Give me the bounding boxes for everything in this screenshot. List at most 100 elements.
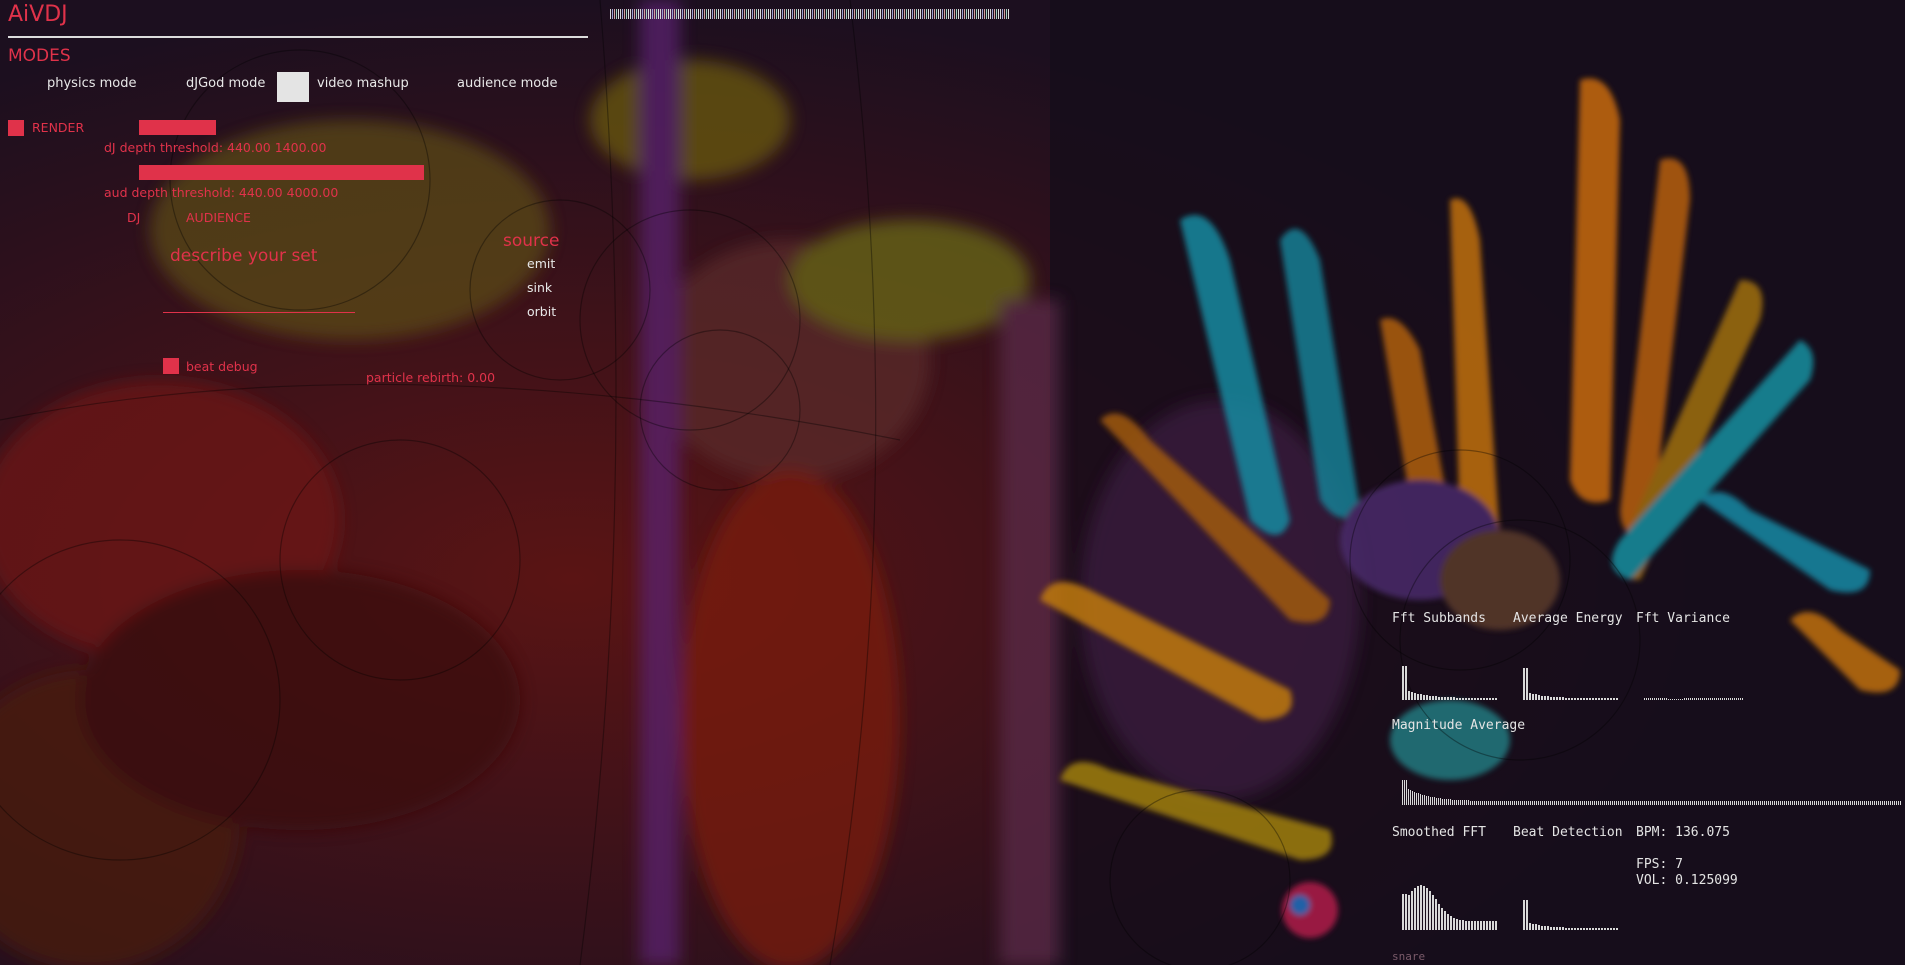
level-tick bbox=[842, 9, 843, 19]
spectrum-bar bbox=[1450, 799, 1451, 805]
djgod-mode-button[interactable]: dJGod mode bbox=[186, 76, 265, 91]
spectrum-bar bbox=[1624, 801, 1625, 805]
spectrum-bar bbox=[1556, 927, 1558, 930]
level-tick bbox=[698, 9, 699, 19]
video-mashup-toggle[interactable] bbox=[277, 72, 309, 102]
level-tick bbox=[790, 9, 791, 19]
source-orbit-option[interactable]: orbit bbox=[527, 304, 556, 319]
spectrum-bar bbox=[1808, 801, 1809, 805]
spectrum-bar bbox=[1670, 801, 1671, 805]
spectrum-bar bbox=[1862, 801, 1863, 805]
audience-mode-button[interactable]: audience mode bbox=[457, 76, 557, 91]
spectrum-bar bbox=[1628, 801, 1629, 805]
render-checkbox[interactable] bbox=[8, 120, 24, 136]
level-tick bbox=[834, 9, 835, 19]
spectrum-bar bbox=[1784, 801, 1785, 805]
spectrum-bar bbox=[1678, 801, 1679, 805]
aud-depth-threshold-label: aud depth threshold: 440.00 4000.00 bbox=[104, 185, 339, 200]
spectrum-bar bbox=[1664, 801, 1665, 805]
beat-debug-checkbox[interactable] bbox=[163, 358, 179, 374]
spectrum-bar bbox=[1432, 895, 1434, 930]
describe-set-input[interactable] bbox=[163, 312, 355, 313]
level-tick bbox=[758, 9, 759, 19]
level-tick bbox=[936, 9, 937, 19]
level-tick bbox=[744, 9, 745, 19]
level-tick bbox=[656, 9, 657, 19]
level-tick bbox=[642, 9, 643, 19]
spectrum-bar bbox=[1722, 801, 1723, 805]
spectrum-bar bbox=[1644, 698, 1645, 700]
spectrum-bar bbox=[1814, 801, 1815, 805]
dj-radio[interactable]: DJ bbox=[127, 210, 140, 225]
spectrum-bar bbox=[1718, 698, 1719, 700]
spectrum-bar bbox=[1465, 698, 1467, 700]
spectrum-bar bbox=[1716, 801, 1717, 805]
spectrum-bar bbox=[1650, 801, 1651, 805]
aud-depth-threshold-slider[interactable] bbox=[139, 165, 424, 180]
spectrum-bar bbox=[1429, 696, 1431, 700]
level-tick bbox=[720, 9, 721, 19]
spectrum-bar bbox=[1598, 928, 1600, 930]
spectrum-bar bbox=[1646, 801, 1647, 805]
spectrum-bar bbox=[1442, 799, 1443, 805]
level-tick bbox=[886, 9, 887, 19]
spectrum-bar bbox=[1798, 801, 1799, 805]
spectrum-bar bbox=[1858, 801, 1859, 805]
level-tick bbox=[940, 9, 941, 19]
spectrum-bar bbox=[1686, 698, 1687, 700]
level-tick bbox=[712, 9, 713, 19]
spectrum-bar bbox=[1583, 698, 1585, 700]
spectrum-bar bbox=[1538, 925, 1540, 930]
spectrum-bar bbox=[1724, 698, 1725, 700]
level-tick bbox=[648, 9, 649, 19]
spectrum-bar bbox=[1708, 801, 1709, 805]
spectrum-bar bbox=[1450, 697, 1452, 700]
dj-depth-threshold-slider[interactable] bbox=[139, 120, 216, 135]
spectrum-bar bbox=[1688, 801, 1689, 805]
spectrum-bar bbox=[1550, 927, 1552, 930]
spectrum-bar bbox=[1768, 801, 1769, 805]
physics-mode-button[interactable]: physics mode bbox=[47, 76, 137, 91]
level-tick bbox=[798, 9, 799, 19]
source-emit-option[interactable]: emit bbox=[527, 256, 555, 271]
level-tick bbox=[654, 9, 655, 19]
spectrum-bar bbox=[1838, 801, 1839, 805]
level-tick bbox=[632, 9, 633, 19]
spectrum-bar bbox=[1532, 694, 1534, 700]
spectrum-bar bbox=[1654, 698, 1655, 700]
audience-radio[interactable]: AUDIENCE bbox=[186, 210, 251, 225]
spectrum-bar bbox=[1601, 698, 1603, 700]
level-tick bbox=[874, 9, 875, 19]
spectrum-bar bbox=[1518, 801, 1519, 805]
spectrum-bar bbox=[1602, 801, 1603, 805]
spectrum-bar bbox=[1608, 801, 1609, 805]
spectrum-bar bbox=[1720, 801, 1721, 805]
spectrum-bar bbox=[1810, 801, 1811, 805]
level-tick bbox=[978, 9, 979, 19]
spectrum-bar bbox=[1601, 928, 1603, 930]
spectrum-bar bbox=[1590, 801, 1591, 805]
video-mashup-button[interactable]: video mashup bbox=[317, 76, 409, 91]
spectrum-bar bbox=[1592, 698, 1594, 700]
source-sink-option[interactable]: sink bbox=[527, 280, 552, 295]
spectrum-bar bbox=[1834, 801, 1835, 805]
spectrum-bar bbox=[1672, 699, 1673, 700]
level-tick bbox=[908, 9, 909, 19]
spectrum-bar bbox=[1441, 697, 1443, 700]
spectrum-bar bbox=[1552, 801, 1553, 805]
spectrum-bar bbox=[1650, 698, 1651, 700]
spectrum-bar bbox=[1616, 698, 1618, 700]
spectrum-bar bbox=[1714, 698, 1715, 700]
spectrum-bar bbox=[1492, 801, 1493, 805]
spectrum-bar bbox=[1477, 698, 1479, 700]
level-tick bbox=[862, 9, 863, 19]
level-tick bbox=[636, 9, 637, 19]
level-tick bbox=[746, 9, 747, 19]
spectrum-bar bbox=[1728, 698, 1729, 700]
spectrum-bar bbox=[1547, 696, 1549, 700]
spectrum-bar bbox=[1508, 801, 1509, 805]
spectrum-bar bbox=[1559, 697, 1561, 700]
spectrum-bar bbox=[1474, 698, 1476, 700]
level-tick bbox=[736, 9, 737, 19]
spectrum-bar bbox=[1558, 801, 1559, 805]
